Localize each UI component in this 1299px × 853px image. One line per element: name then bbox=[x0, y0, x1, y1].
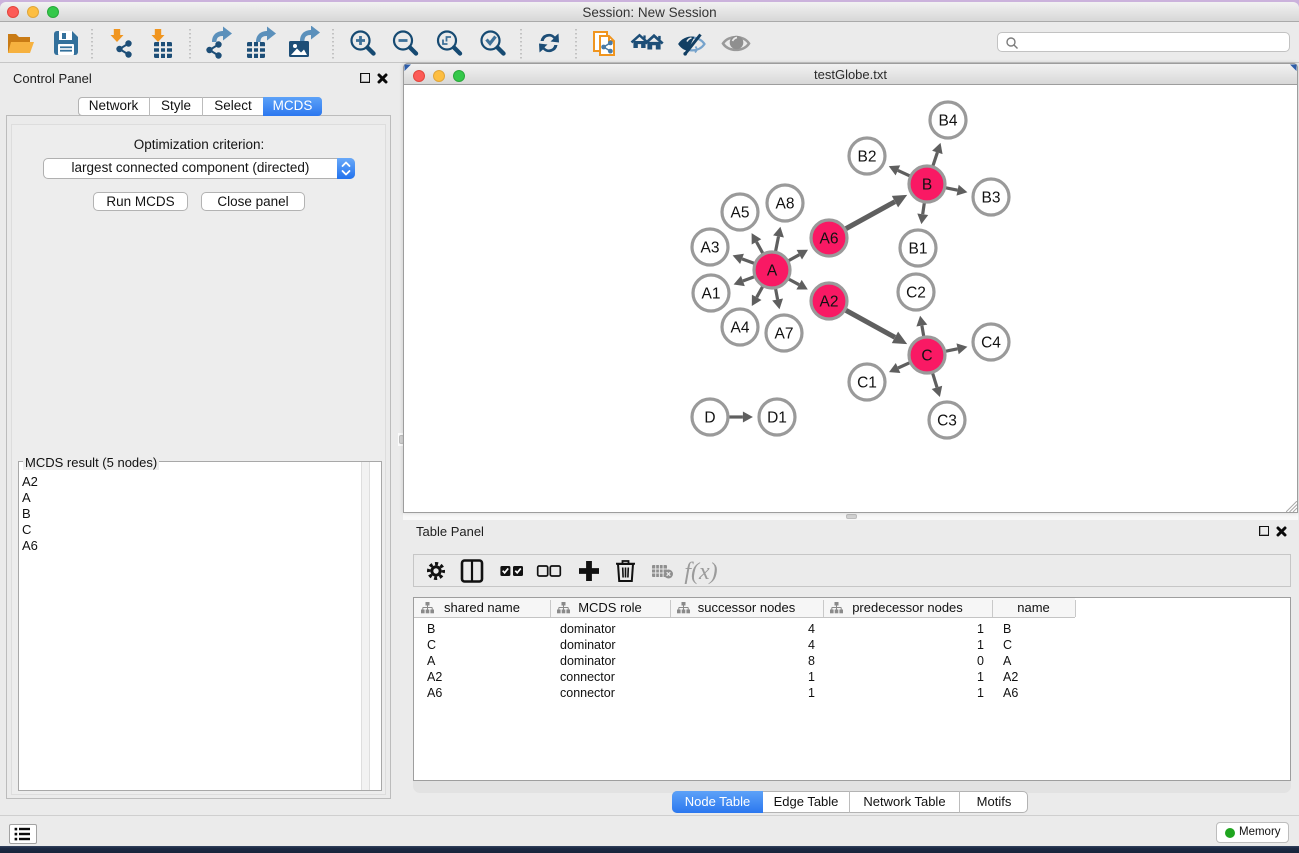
svg-text:A6: A6 bbox=[820, 231, 839, 248]
svg-text:B2: B2 bbox=[858, 149, 877, 166]
svg-text:A5: A5 bbox=[731, 205, 750, 222]
svg-text:A2: A2 bbox=[820, 294, 839, 311]
svg-text:A1: A1 bbox=[702, 286, 721, 303]
svg-text:C1: C1 bbox=[857, 375, 877, 392]
svg-text:B1: B1 bbox=[909, 241, 928, 258]
svg-text:A: A bbox=[767, 263, 778, 280]
svg-text:B4: B4 bbox=[939, 113, 958, 130]
svg-text:D1: D1 bbox=[767, 410, 787, 427]
svg-text:C4: C4 bbox=[981, 335, 1001, 352]
svg-text:C: C bbox=[921, 348, 932, 365]
svg-text:B3: B3 bbox=[982, 190, 1001, 207]
svg-text:A4: A4 bbox=[731, 320, 750, 337]
svg-text:f(x): f(x) bbox=[684, 559, 717, 585]
svg-text:B: B bbox=[922, 177, 932, 194]
svg-text:A3: A3 bbox=[701, 240, 720, 257]
svg-text:A7: A7 bbox=[775, 326, 794, 343]
svg-text:D: D bbox=[704, 410, 715, 427]
svg-text:A8: A8 bbox=[776, 196, 795, 213]
svg-text:C3: C3 bbox=[937, 413, 957, 430]
svg-text:C2: C2 bbox=[906, 285, 926, 302]
